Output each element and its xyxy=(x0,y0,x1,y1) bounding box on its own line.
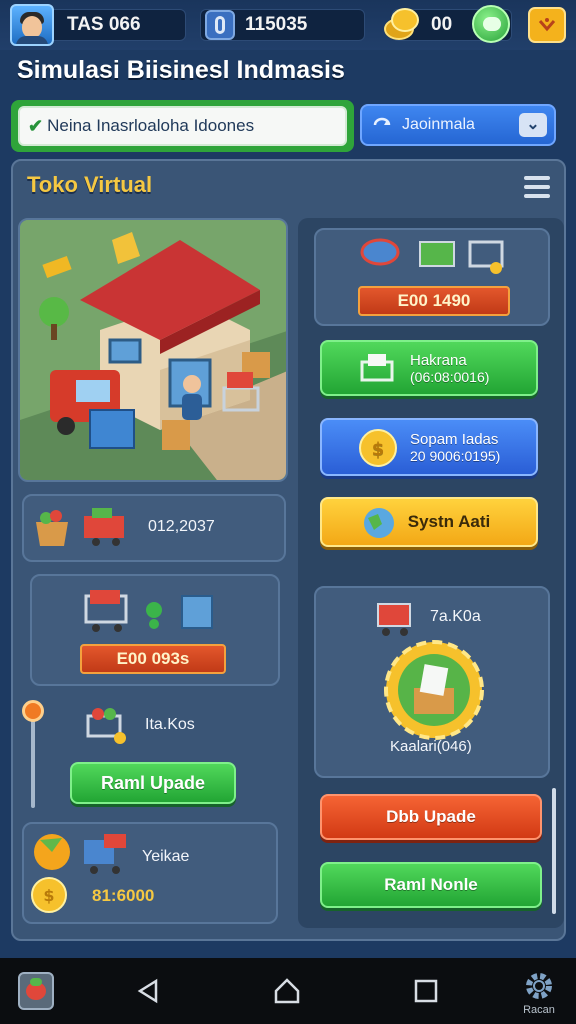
globe-icon xyxy=(364,508,394,538)
top-status-bar: TAS 066 115035 00 xyxy=(0,0,576,50)
equipment-card[interactable]: E00 1490 xyxy=(314,228,550,326)
income-timer: 20 9006:0195) xyxy=(410,447,501,464)
produce-item-card[interactable]: 012,2037 xyxy=(22,494,286,562)
scroll-track[interactable] xyxy=(31,712,35,808)
panel-title: Toko Virtual xyxy=(27,172,153,197)
page-title: Simulasi Biisinesl Indmasis xyxy=(17,56,345,84)
delivery-price: 81:6000 xyxy=(92,886,155,905)
search-box: ✔ Neina Inasrloaloha Idoones xyxy=(11,100,354,152)
system-label: Systn Aati xyxy=(407,512,491,531)
player-avatar[interactable] xyxy=(10,4,54,46)
delivery-name: Yeikae xyxy=(142,848,190,865)
delivery-item-card[interactable]: $ Yeikae 81:6000 xyxy=(22,822,278,924)
currency-icon xyxy=(205,10,235,40)
red-cart-icon xyxy=(377,603,411,636)
hamburger-menu-icon[interactable] xyxy=(524,176,550,198)
harvest-button[interactable]: Hakrana (06:08:0016) xyxy=(320,340,538,396)
recent-apps-icon[interactable] xyxy=(414,979,438,1003)
coins-value: 115035 xyxy=(245,14,308,35)
pizza-slice-icon xyxy=(34,834,70,870)
cart-price-tag: E00 093s xyxy=(80,644,226,674)
fruit-cart-icon xyxy=(86,708,126,744)
equipment-icons xyxy=(360,238,504,274)
refresh-icon xyxy=(373,117,391,126)
basket-icon xyxy=(360,354,394,382)
gold-value: 00 xyxy=(431,14,453,35)
coin-icon: $ xyxy=(359,429,397,467)
cart-upgrade-button[interactable]: Raml Upade xyxy=(70,762,236,804)
system-button[interactable]: Systn Aati xyxy=(320,497,538,547)
check-icon: ✔ xyxy=(28,115,44,136)
cart-item-card[interactable]: E00 093s xyxy=(30,574,280,686)
settings-nav[interactable]: Racan xyxy=(516,968,562,1022)
cart-name: Ita.Kos xyxy=(145,716,195,733)
search-input[interactable]: ✔ Neina Inasrloaloha Idoones xyxy=(18,106,347,146)
region-select[interactable]: Jaoinmala ⌄ xyxy=(360,104,556,146)
chat-icon[interactable] xyxy=(472,5,510,43)
harvest-timer: (06:08:0016) xyxy=(410,368,490,385)
svg-text:$: $ xyxy=(43,886,54,905)
chevron-down-icon xyxy=(538,18,556,32)
gear-icon xyxy=(526,973,552,999)
store-illustration[interactable] xyxy=(18,218,288,482)
produce-price: 012,2037 xyxy=(148,518,215,535)
gold-coins-icon xyxy=(382,4,422,44)
vegetable-cart-icon xyxy=(84,508,124,546)
shop-name: 7a.K0a xyxy=(430,608,481,625)
player-name: TAS 066 xyxy=(67,14,141,35)
system-navbar: Racan xyxy=(0,958,576,1024)
menu-shortcut-button[interactable] xyxy=(528,7,566,43)
delivery-cart-icon xyxy=(84,834,126,874)
app-thumbnail[interactable] xyxy=(18,972,54,1010)
confirm-green-button[interactable]: Raml Nonle xyxy=(320,862,542,908)
back-icon[interactable] xyxy=(136,978,162,1004)
store-building-image xyxy=(20,220,286,480)
income-button[interactable]: $ Sopam Iadas 20 9006:0195) xyxy=(320,418,538,476)
settings-label: Racan xyxy=(523,1004,555,1016)
harvest-label: Hakrana xyxy=(410,351,467,369)
shop-status: Kaalari(046) xyxy=(390,738,472,755)
store-price-tag: E00 1490 xyxy=(358,286,510,316)
shopping-cart-icon xyxy=(84,590,213,632)
home-icon[interactable] xyxy=(273,977,301,1005)
scroll-handle[interactable] xyxy=(22,700,44,722)
upgrade-red-button[interactable]: Dbb Upade xyxy=(320,794,542,840)
produce-box-icon xyxy=(36,510,68,546)
shop-status-card[interactable]: 7a.K0a Kaalari(046) xyxy=(314,586,550,778)
dropdown-caret-icon: ⌄ xyxy=(519,113,547,137)
right-scrollbar[interactable] xyxy=(552,788,556,914)
gold-coin-icon: $ xyxy=(31,877,67,913)
gear-badge-icon xyxy=(384,640,484,740)
income-label: Sopam Iadas xyxy=(410,430,499,448)
svg-text:$: $ xyxy=(372,439,385,460)
region-value: Jaoinmala xyxy=(402,116,475,133)
search-value: Neina Inasrloaloha Idoones xyxy=(47,116,255,135)
